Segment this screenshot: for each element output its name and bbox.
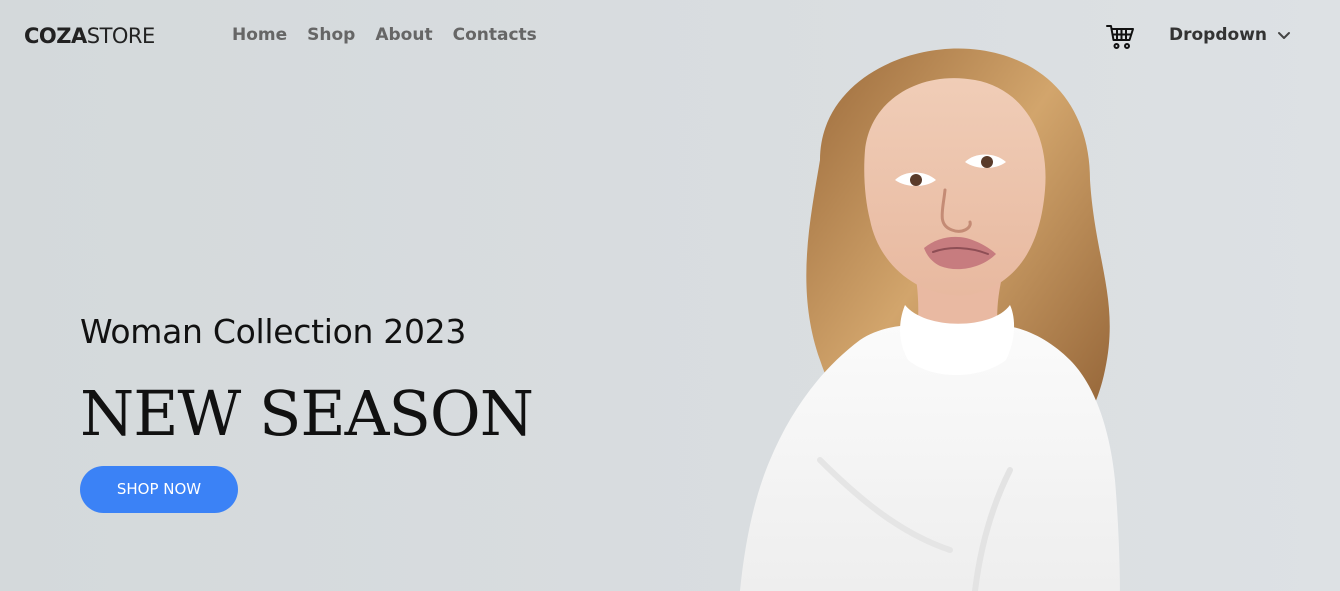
logo-bold-text: COZA xyxy=(24,24,87,48)
main-nav: Home Shop About Contacts xyxy=(232,24,537,46)
hero-subtitle: Woman Collection 2023 xyxy=(80,312,467,351)
shop-now-button[interactable]: SHOP NOW xyxy=(80,466,238,513)
nav-link-shop[interactable]: Shop xyxy=(307,24,355,46)
nav-link-about[interactable]: About xyxy=(375,24,432,46)
site-logo[interactable]: COZASTORE xyxy=(24,22,155,50)
nav-link-home[interactable]: Home xyxy=(232,24,287,46)
nav-link-contacts[interactable]: Contacts xyxy=(453,24,537,46)
hero-banner: COZASTORE Home Shop About Contacts Dropd… xyxy=(0,0,1340,591)
logo-light-text: STORE xyxy=(86,24,156,48)
chevron-down-icon xyxy=(1278,32,1290,39)
hero-title: NEW SEASON xyxy=(80,377,534,450)
model-photo xyxy=(740,48,1120,591)
